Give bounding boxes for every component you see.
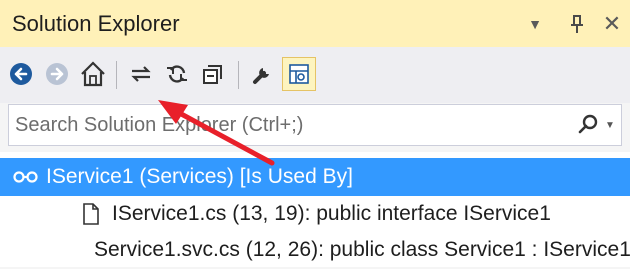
tree-item-service1-svc-cs[interactable]: Service1.svc.cs (12, 26): public class S… — [0, 231, 630, 269]
interface-icon — [13, 171, 38, 183]
toolbar-separator — [238, 61, 239, 89]
window-position-dropdown-button[interactable]: ▼ — [522, 0, 548, 47]
collapse-all-button[interactable] — [196, 57, 230, 91]
home-button[interactable] — [76, 57, 110, 91]
sync-with-active-document-button[interactable] — [124, 57, 158, 91]
solution-explorer-titlebar: Solution Explorer ▼ ✕ — [0, 0, 630, 47]
back-button[interactable] — [4, 57, 38, 91]
tree-item-label: Service1.svc.cs (12, 26): public class S… — [94, 238, 630, 261]
chevron-down-icon: ▼ — [528, 15, 542, 32]
sync-icon — [131, 66, 151, 82]
refresh-icon — [167, 65, 187, 83]
solution-tree: IService1 (Services) [Is Used By] IServi… — [0, 152, 630, 267]
file-icon — [83, 203, 99, 225]
search-options-dropdown-icon[interactable]: ▼ — [605, 120, 615, 131]
back-arrow-icon — [10, 63, 32, 85]
preview-selected-items-icon — [289, 64, 309, 84]
tree-item-label: IService1 (Services) [Is Used By] — [46, 165, 353, 188]
forward-button[interactable] — [40, 57, 74, 91]
close-button[interactable]: ✕ — [598, 0, 626, 47]
search-icon — [578, 114, 598, 134]
preview-selected-items-button[interactable] — [282, 57, 316, 91]
tree-item-iservice1[interactable]: IService1 (Services) [Is Used By] — [0, 158, 630, 196]
forward-arrow-icon — [46, 63, 68, 85]
search-input[interactable] — [9, 105, 569, 145]
tree-item-label: IService1.cs (13, 19): public interface … — [112, 202, 551, 225]
pin-icon — [571, 14, 583, 33]
home-icon — [81, 61, 105, 87]
tree-item-iservice1-cs[interactable]: IService1.cs (13, 19): public interface … — [0, 195, 630, 233]
properties-button[interactable] — [246, 57, 280, 91]
refresh-button[interactable] — [160, 57, 194, 91]
close-icon: ✕ — [602, 10, 622, 36]
collapse-all-icon — [203, 65, 222, 84]
wrench-icon — [253, 68, 269, 84]
panel-title: Solution Explorer — [12, 11, 180, 36]
search-box: ▼ — [8, 104, 622, 146]
auto-hide-pin-button[interactable] — [562, 0, 592, 47]
toolbar-separator — [116, 61, 117, 89]
search-button[interactable]: ▼ — [577, 111, 619, 139]
solution-explorer-toolbar — [0, 47, 630, 103]
